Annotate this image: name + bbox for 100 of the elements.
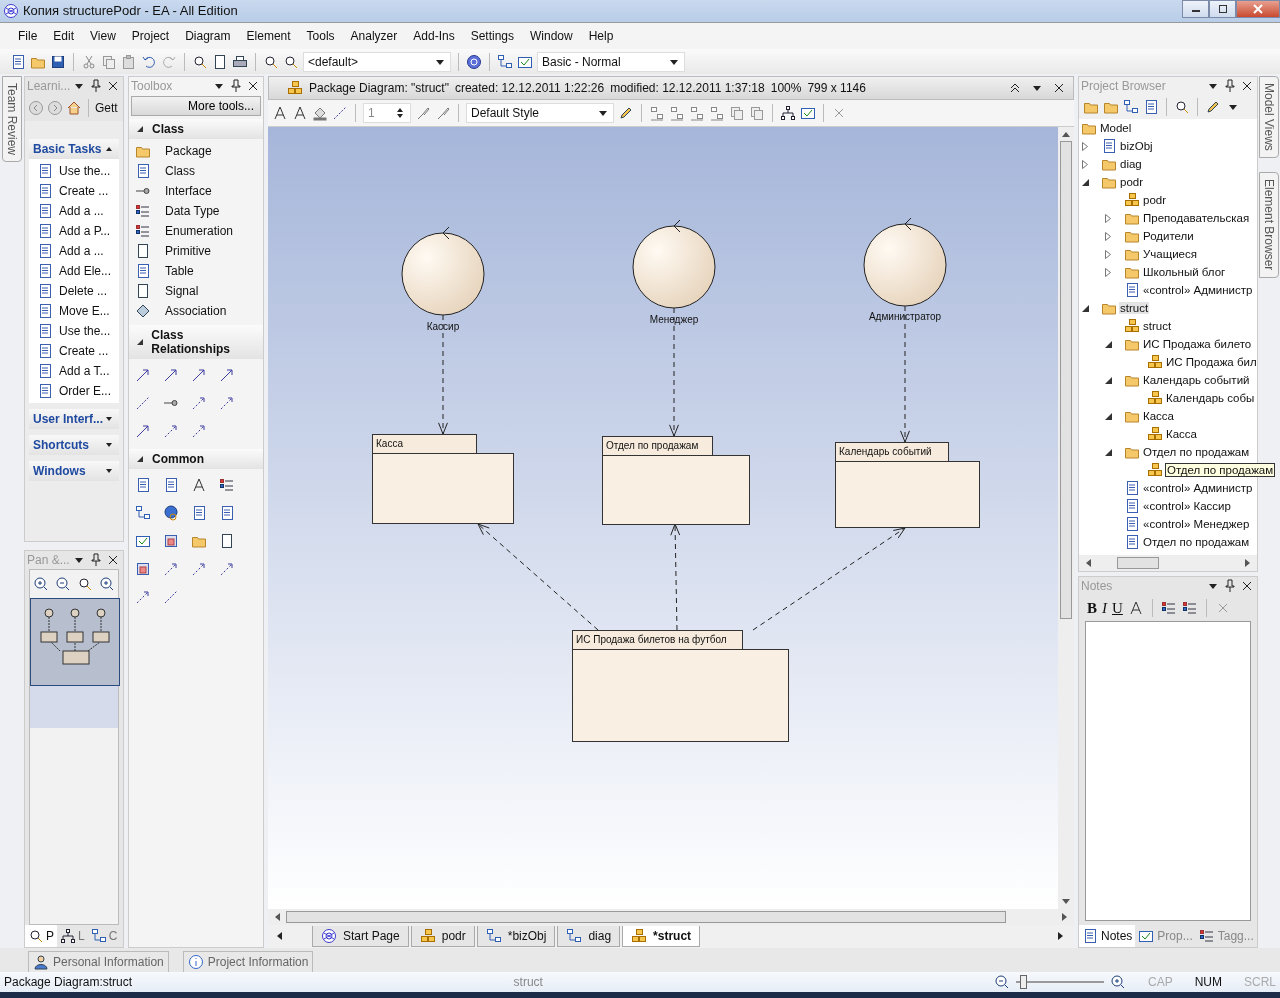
diagram-icon[interactable] bbox=[497, 53, 513, 70]
tree-item[interactable]: podr bbox=[1119, 176, 1145, 189]
copy-icon[interactable] bbox=[729, 105, 745, 122]
menu-item[interactable]: Tools bbox=[298, 28, 343, 43]
menu-item[interactable]: Edit bbox=[45, 28, 83, 43]
pin-icon[interactable] bbox=[88, 552, 104, 569]
notes-field[interactable] bbox=[1085, 621, 1251, 922]
tree-item[interactable]: Касса bbox=[1165, 428, 1198, 441]
toolbox-item[interactable]: Package bbox=[165, 144, 212, 159]
side-tab[interactable]: Model Views bbox=[1259, 76, 1279, 159]
side-tab[interactable]: Team Review bbox=[2, 76, 22, 163]
menu-item[interactable]: Project bbox=[123, 28, 178, 43]
task-link[interactable]: Order E... bbox=[59, 384, 111, 399]
save-icon[interactable] bbox=[50, 53, 66, 70]
control-symbol[interactable] bbox=[863, 217, 947, 307]
toolbox-item[interactable]: Table bbox=[165, 264, 194, 279]
list-icon[interactable] bbox=[219, 477, 235, 494]
checklist-icon[interactable] bbox=[800, 105, 816, 122]
format-button[interactable]: B bbox=[1087, 599, 1097, 617]
document-icon[interactable] bbox=[219, 505, 235, 522]
tree-item[interactable]: Отдел по продажам bbox=[1142, 536, 1251, 549]
menu-item[interactable]: Window bbox=[522, 28, 581, 43]
zoom-out-icon[interactable] bbox=[55, 576, 71, 593]
group-header[interactable]: Class bbox=[129, 119, 263, 140]
printer-icon[interactable] bbox=[232, 53, 248, 70]
toolbox-item[interactable]: Class bbox=[165, 164, 195, 179]
home-icon[interactable] bbox=[66, 100, 82, 117]
document-icon[interactable] bbox=[191, 505, 207, 522]
toolbox-item[interactable]: Primitive bbox=[165, 244, 211, 259]
line-icon[interactable] bbox=[163, 589, 179, 606]
tree-item[interactable]: Календарь событий bbox=[1142, 374, 1251, 387]
tree-item[interactable]: bizObj bbox=[1119, 140, 1154, 153]
brush-icon[interactable] bbox=[435, 105, 451, 122]
text-style-icon[interactable] bbox=[1127, 600, 1144, 617]
pin-icon[interactable] bbox=[1222, 578, 1238, 595]
task-link[interactable]: Add Ele... bbox=[59, 264, 112, 279]
search-icon[interactable] bbox=[1174, 99, 1190, 116]
globe-icon[interactable] bbox=[163, 505, 179, 522]
panel-tab[interactable]: L bbox=[57, 925, 88, 948]
collapse-arrow-icon[interactable] bbox=[1104, 339, 1113, 349]
scrollbar-thumb[interactable] bbox=[286, 911, 1006, 924]
format-button[interactable]: I bbox=[1102, 599, 1107, 617]
toolbox-item[interactable]: Enumeration bbox=[165, 224, 234, 239]
workspace-dropdown[interactable]: Basic - Normal bbox=[537, 51, 685, 72]
align-icon[interactable] bbox=[709, 105, 725, 122]
brush-icon[interactable] bbox=[415, 105, 431, 122]
arrow-icon[interactable] bbox=[135, 423, 151, 440]
help-icon[interactable] bbox=[466, 53, 482, 70]
list-icon[interactable] bbox=[1160, 600, 1177, 617]
task-link[interactable]: Use the... bbox=[59, 324, 111, 339]
diagram-tab[interactable]: podr bbox=[410, 925, 475, 947]
zoom-in-icon[interactable] bbox=[33, 576, 49, 593]
panel-tab[interactable]: C bbox=[87, 925, 121, 948]
right-arrow-icon[interactable] bbox=[1245, 559, 1251, 568]
tree-item[interactable]: Родители bbox=[1142, 230, 1195, 243]
checklist-icon[interactable] bbox=[135, 533, 151, 550]
slider-thumb[interactable] bbox=[1020, 975, 1028, 990]
package-shape[interactable] bbox=[372, 434, 514, 525]
minimize-button[interactable] bbox=[1182, 0, 1209, 18]
arrow-icon[interactable] bbox=[163, 367, 179, 384]
package-shape[interactable] bbox=[572, 630, 789, 743]
menu-item[interactable]: Add-Ins bbox=[405, 28, 463, 43]
copy-icon[interactable] bbox=[101, 53, 117, 70]
task-link[interactable]: Add a ... bbox=[59, 204, 104, 219]
tree-item[interactable]: Календарь собы bbox=[1165, 392, 1256, 405]
diagram-tab[interactable]: Start Page bbox=[312, 925, 409, 947]
tree-item[interactable]: ИС Продажа билето bbox=[1142, 338, 1253, 351]
collapse-arrow-icon[interactable] bbox=[1104, 447, 1113, 457]
search-icon[interactable] bbox=[283, 53, 299, 70]
diagram-tab[interactable]: *bizObj bbox=[476, 925, 556, 947]
pin-icon[interactable] bbox=[228, 78, 244, 95]
cut-icon[interactable] bbox=[81, 53, 97, 70]
menu-item[interactable]: File bbox=[10, 28, 46, 43]
group-header[interactable]: Common bbox=[129, 449, 263, 470]
image-icon[interactable] bbox=[135, 561, 151, 578]
tree-item[interactable]: «control» Администр bbox=[1142, 284, 1254, 297]
tree-item[interactable]: struct bbox=[1142, 320, 1173, 333]
diagram-thumbnail[interactable] bbox=[30, 598, 120, 687]
down-arrow-icon[interactable] bbox=[1062, 899, 1070, 906]
panel-tab[interactable]: Notes bbox=[1079, 925, 1136, 948]
zoom-in-icon[interactable] bbox=[99, 576, 115, 593]
menu-item[interactable]: Help bbox=[580, 28, 622, 43]
text-style-icon[interactable] bbox=[272, 105, 288, 122]
pin-icon[interactable] bbox=[1222, 78, 1238, 95]
arrow-icon[interactable] bbox=[219, 367, 235, 384]
pencil-icon[interactable] bbox=[618, 105, 634, 122]
expand-arrow-icon[interactable] bbox=[1081, 159, 1090, 169]
list-icon[interactable] bbox=[1181, 600, 1198, 617]
horizontal-scrollbar[interactable] bbox=[1079, 555, 1257, 572]
line-icon[interactable] bbox=[332, 105, 348, 122]
page-icon[interactable] bbox=[212, 53, 228, 70]
hierarchy-icon[interactable] bbox=[780, 105, 796, 122]
section-header[interactable]: Windows bbox=[29, 461, 119, 482]
search-icon[interactable] bbox=[263, 53, 279, 70]
section-header[interactable]: Shortcuts bbox=[29, 435, 119, 456]
collapse-arrow-icon[interactable] bbox=[1081, 177, 1090, 187]
text-style-icon[interactable] bbox=[292, 105, 308, 122]
tree-item[interactable]: «control» Администр bbox=[1142, 482, 1254, 495]
task-link[interactable]: Create ... bbox=[59, 184, 109, 199]
vertical-scrollbar[interactable] bbox=[1058, 127, 1074, 910]
